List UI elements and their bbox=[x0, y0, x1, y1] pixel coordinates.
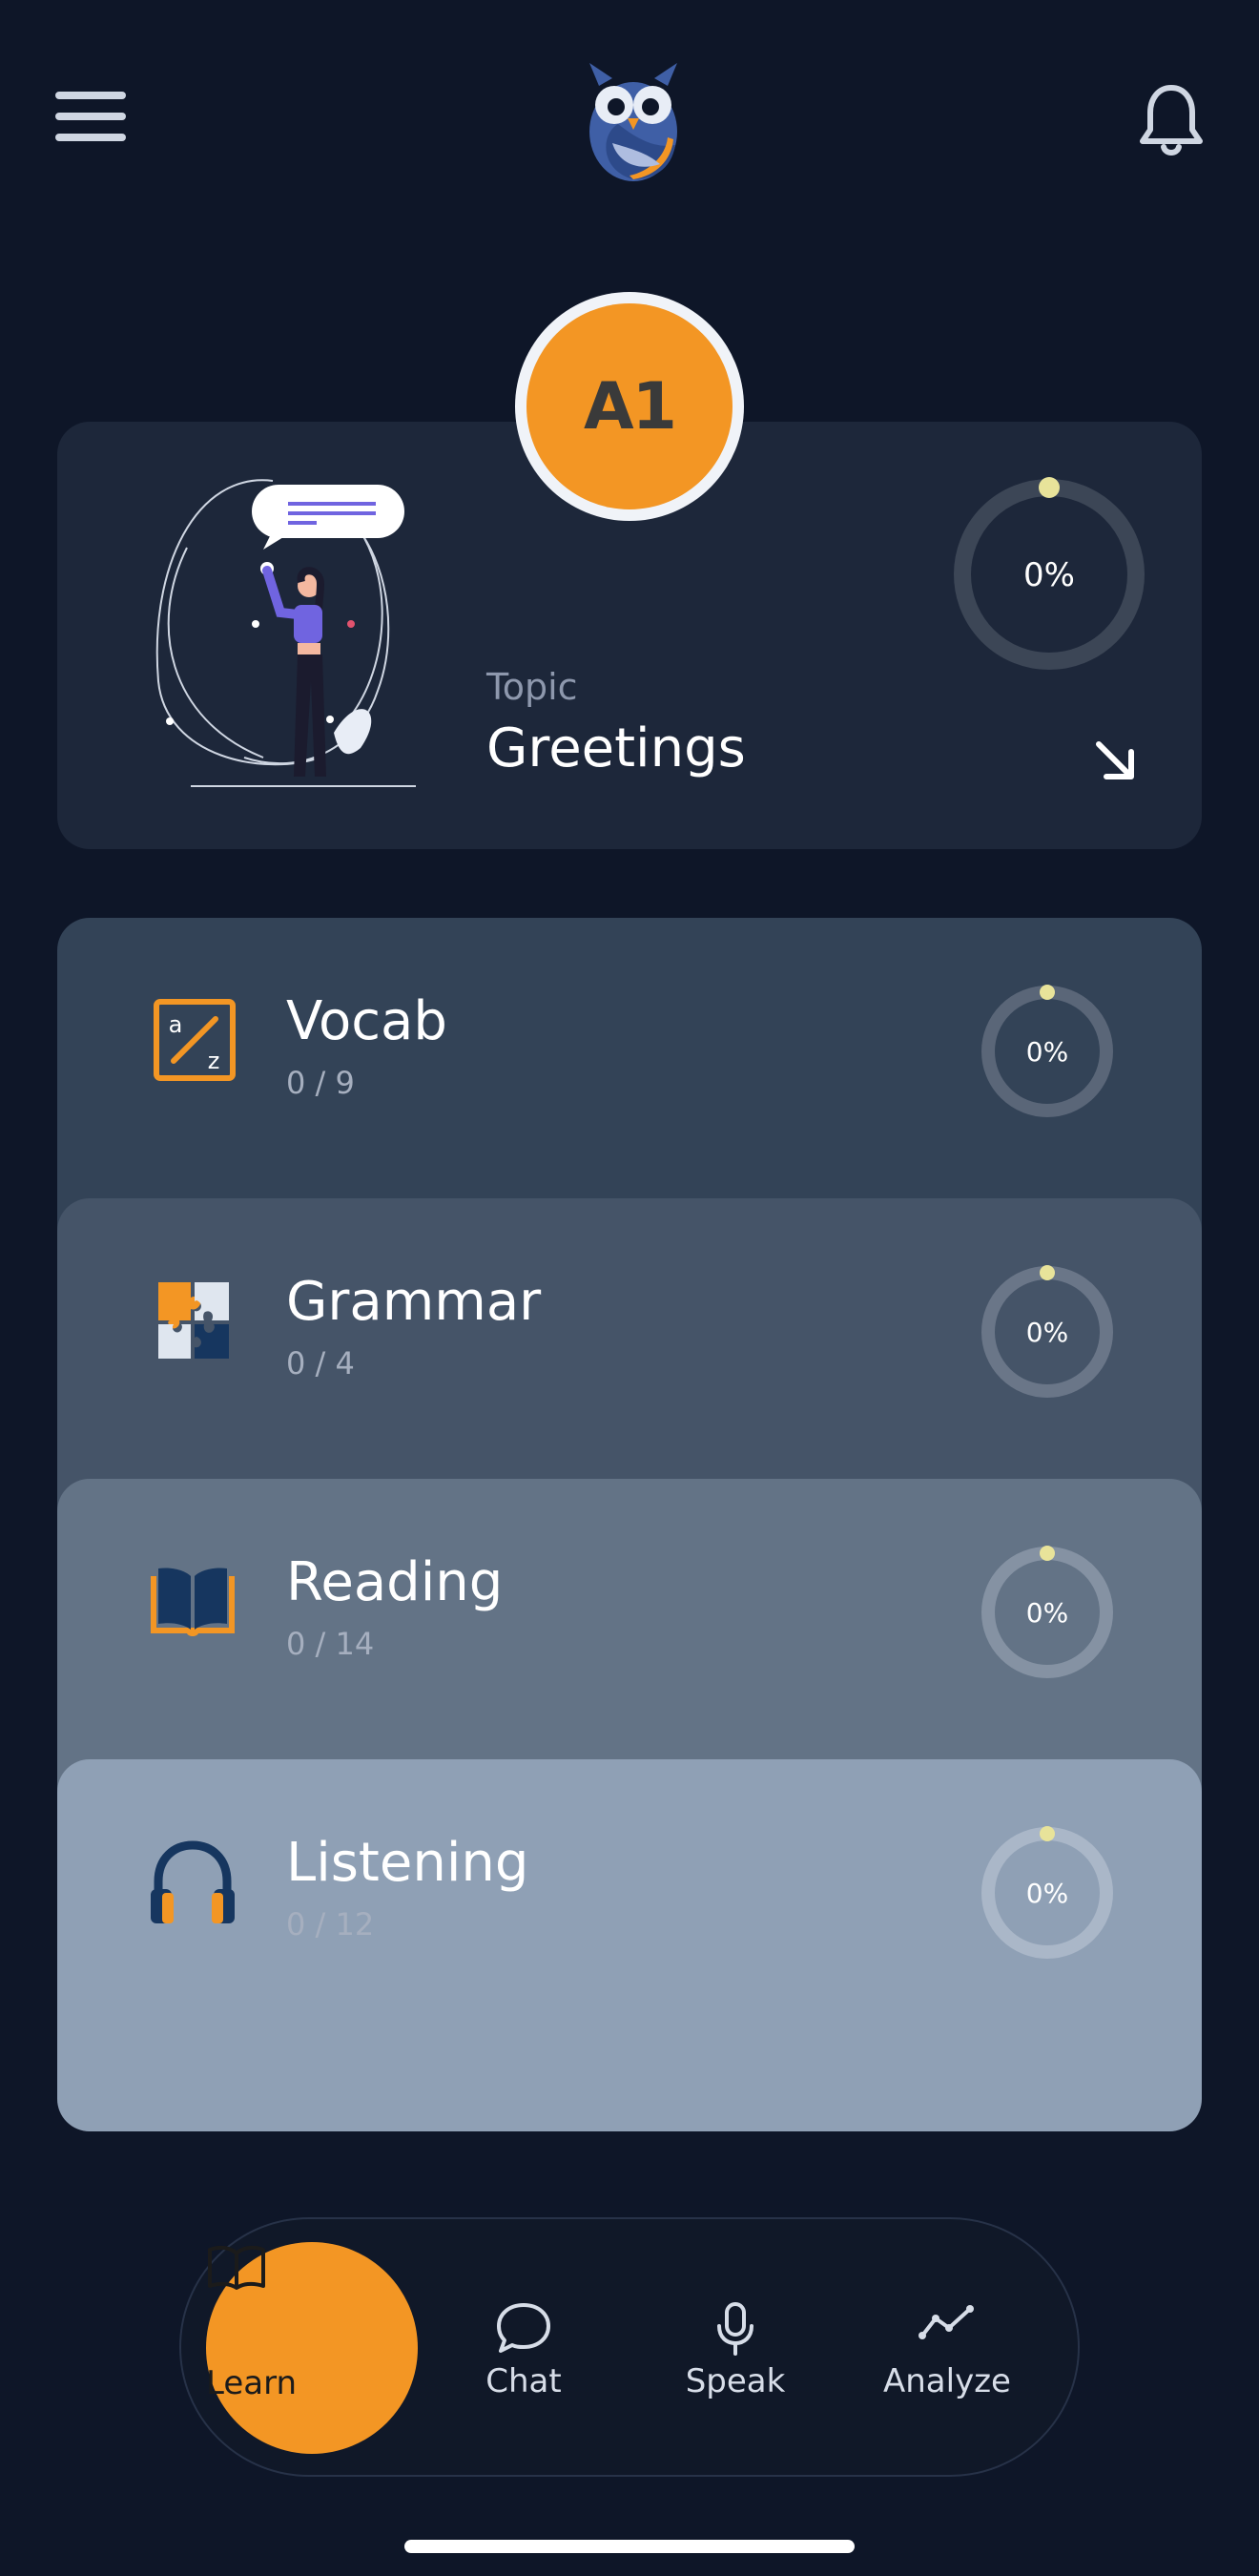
skill-count: 0 / 4 bbox=[286, 1345, 355, 1381]
skill-progress-ring: 0% bbox=[977, 1542, 1118, 1683]
headphones-icon bbox=[145, 1834, 240, 1929]
chat-bubble-icon bbox=[497, 2303, 550, 2353]
nav-label: Speak bbox=[685, 2362, 786, 2400]
waving-woman-illustration bbox=[130, 471, 467, 796]
skill-progress-label: 0% bbox=[1026, 1317, 1068, 1348]
puzzle-icon bbox=[145, 1273, 240, 1368]
hamburger-menu-icon[interactable] bbox=[55, 92, 126, 147]
skill-progress-label: 0% bbox=[1026, 1878, 1068, 1909]
skill-progress-ring: 0% bbox=[977, 981, 1118, 1122]
nav-item-analyze[interactable]: Analyze bbox=[841, 2219, 1053, 2475]
skill-name: Listening bbox=[286, 1832, 529, 1894]
skill-progress-ring: 0% bbox=[977, 1261, 1118, 1402]
arrow-down-right-icon[interactable] bbox=[1087, 733, 1143, 788]
level-badge: A1 bbox=[515, 292, 744, 521]
svg-text:z: z bbox=[208, 1048, 220, 1074]
topic-caption: Topic bbox=[486, 666, 578, 708]
bottom-nav: Learn Chat Speak Analyze bbox=[179, 2217, 1080, 2477]
nav-label: Analyze bbox=[883, 2362, 1011, 2400]
skill-name: Reading bbox=[286, 1551, 504, 1613]
bell-icon[interactable] bbox=[1137, 82, 1206, 158]
skill-progress-label: 0% bbox=[1026, 1036, 1068, 1068]
nav-label: Learn bbox=[206, 2364, 298, 2402]
book-icon bbox=[145, 1553, 240, 1649]
a-to-z-icon: a z bbox=[145, 992, 240, 1088]
topic-title: Greetings bbox=[486, 717, 746, 779]
nav-item-speak[interactable]: Speak bbox=[630, 2219, 841, 2475]
trend-line-icon bbox=[918, 2305, 974, 2339]
owl-logo-icon bbox=[580, 57, 687, 183]
skill-progress-ring: 0% bbox=[977, 1822, 1118, 1963]
topic-progress-ring: 0% bbox=[950, 475, 1148, 674]
nav-label: Chat bbox=[485, 2362, 562, 2400]
skill-card-listening[interactable]: Listening 0 / 12 0% bbox=[57, 1759, 1202, 2131]
microphone-icon bbox=[717, 2302, 753, 2356]
nav-item-chat[interactable]: Chat bbox=[418, 2219, 630, 2475]
learn-screen: A1 Topic Greetings 0% a z Vocab 0 / 9 0%… bbox=[0, 0, 1259, 2576]
skill-count: 0 / 9 bbox=[286, 1065, 355, 1101]
skill-name: Vocab bbox=[286, 990, 447, 1052]
skill-progress-label: 0% bbox=[1026, 1597, 1068, 1629]
skill-name: Grammar bbox=[286, 1271, 542, 1333]
level-label: A1 bbox=[526, 303, 733, 509]
book-open-icon bbox=[208, 2245, 265, 2290]
skill-count: 0 / 12 bbox=[286, 1906, 375, 1942]
svg-text:a: a bbox=[169, 1011, 183, 1038]
home-indicator[interactable] bbox=[404, 2540, 855, 2553]
topic-progress-label: 0% bbox=[1023, 556, 1075, 594]
nav-item-learn[interactable]: Learn bbox=[206, 2242, 418, 2454]
skill-count: 0 / 14 bbox=[286, 1626, 375, 1662]
